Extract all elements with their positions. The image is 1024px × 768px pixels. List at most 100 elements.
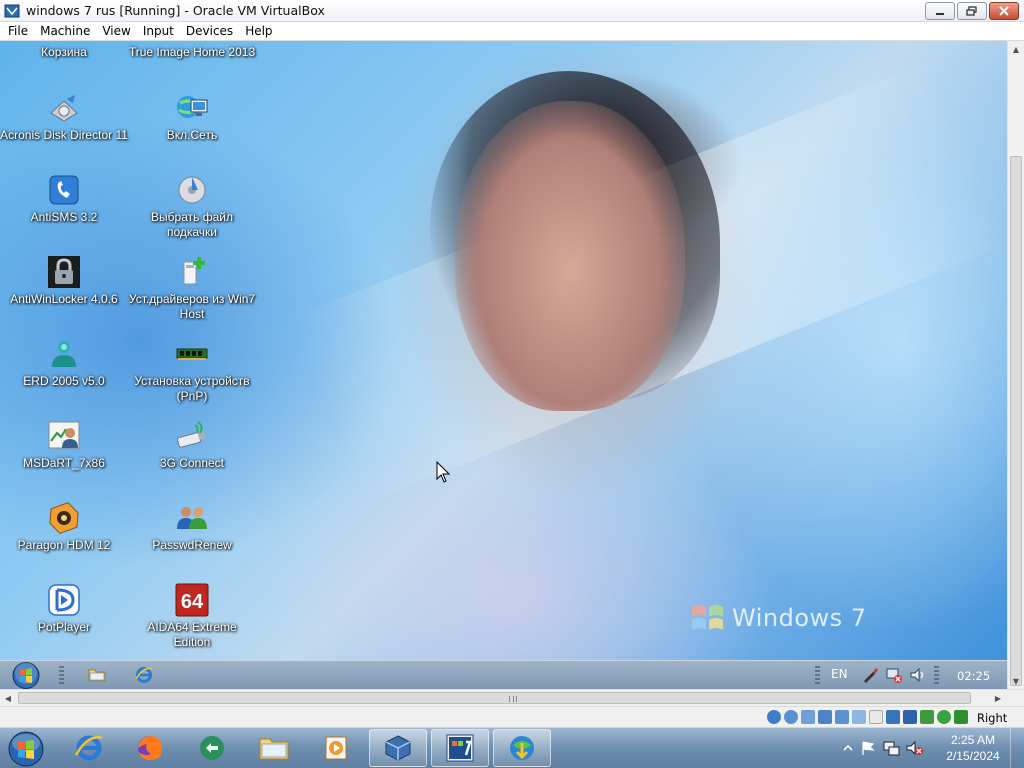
restore-icon bbox=[966, 6, 977, 16]
guest-screen[interactable]: Windows 7 Корзина Acronis Disk Director … bbox=[0, 41, 1007, 689]
guest-start-button[interactable] bbox=[8, 661, 44, 689]
host-clock[interactable]: 2:25 AM 2/15/2024 bbox=[942, 732, 1004, 764]
taskbar-app-green[interactable] bbox=[183, 729, 241, 767]
scroll-down-arrow[interactable]: ▼ bbox=[1008, 673, 1024, 689]
desktop-icon-antisms[interactable]: AntiSMS 3.2 bbox=[0, 173, 128, 225]
windows-7-logo: Windows 7 bbox=[690, 601, 867, 635]
display-status-icon[interactable] bbox=[869, 710, 883, 724]
volume-icon[interactable] bbox=[909, 666, 927, 684]
host-clock-date: 2/15/2024 bbox=[946, 749, 1000, 763]
tray-grip[interactable] bbox=[815, 666, 820, 686]
network-status-icon[interactable] bbox=[882, 740, 900, 756]
taskbar-firefox[interactable] bbox=[121, 729, 179, 767]
menu-view[interactable]: View bbox=[98, 24, 138, 38]
wallpaper-face bbox=[455, 101, 685, 411]
keyboard-capture-status-icon[interactable] bbox=[954, 710, 968, 724]
desktop-icon-3g-connect[interactable]: 3G Connect bbox=[128, 419, 256, 471]
internet-explorer-icon[interactable] bbox=[135, 666, 153, 684]
taskbar-internet-explorer[interactable] bbox=[60, 729, 118, 767]
memory-module-icon bbox=[176, 348, 208, 360]
desktop-icon-potplayer[interactable]: PotPlayer bbox=[0, 583, 128, 635]
action-center-flag-icon[interactable] bbox=[860, 740, 876, 756]
host-start-button[interactable] bbox=[4, 730, 48, 768]
clock-grip[interactable] bbox=[934, 666, 939, 686]
desktop-icon-aida64[interactable]: 64 AIDA64 Extreme Edition bbox=[128, 583, 256, 650]
host-taskbar: 2:25 AM 2/15/2024 bbox=[0, 727, 1024, 768]
menu-input[interactable]: Input bbox=[139, 24, 182, 38]
menu-devices[interactable]: Devices bbox=[182, 24, 241, 38]
desktop-icon-driver-install[interactable]: Уст.драйверов из Win7 Host bbox=[128, 255, 256, 322]
antisms-icon bbox=[49, 175, 79, 205]
desktop-icon-label: Выбрать файл подкачки bbox=[151, 210, 233, 239]
volume-muted-icon[interactable] bbox=[906, 740, 924, 756]
desktop-icon-true-image[interactable]: True Image Home 2013 bbox=[128, 45, 256, 60]
optical-drive-status-icon[interactable] bbox=[784, 710, 798, 724]
desktop-icon-label: 3G Connect bbox=[159, 456, 225, 470]
show-hidden-icons-chevron-icon[interactable] bbox=[842, 742, 854, 754]
desktop-icon-network[interactable]: Вкл.Сеть bbox=[128, 91, 256, 143]
menu-bar: File Machine View Input Devices Help bbox=[0, 22, 1024, 41]
virtualization-status-icon[interactable] bbox=[920, 710, 934, 724]
desktop-icon-pnp[interactable]: Установка устройств (PnP) bbox=[128, 337, 256, 404]
hard-disk-status-icon[interactable] bbox=[767, 710, 781, 724]
desktop-icon-recycle-bin[interactable]: Корзина bbox=[0, 45, 128, 60]
shared-folders-status-icon[interactable] bbox=[852, 710, 866, 724]
scroll-right-arrow[interactable]: ▶ bbox=[990, 690, 1006, 706]
maximize-button[interactable] bbox=[957, 2, 987, 20]
menu-help[interactable]: Help bbox=[241, 24, 280, 38]
close-icon bbox=[999, 6, 1009, 16]
taskbar-grip[interactable] bbox=[59, 666, 64, 686]
taskbar-windows7-vm[interactable] bbox=[431, 729, 489, 767]
desktop-icon-msdart[interactable]: MSDaRT_7x86 bbox=[0, 419, 128, 471]
pen-tool-icon[interactable] bbox=[861, 666, 879, 684]
desktop-icon-passwdrenew[interactable]: PasswdRenew bbox=[128, 501, 256, 553]
network-status-icon[interactable] bbox=[885, 666, 903, 684]
desktop-icon-label: PotPlayer bbox=[37, 620, 91, 634]
desktop-icon-antiwinlocker[interactable]: AntiWinLocker 4.0.6 bbox=[0, 255, 128, 307]
taskbar-media-player[interactable] bbox=[307, 729, 365, 767]
horizontal-scrollbar[interactable]: ◀ ▶ bbox=[0, 689, 1024, 706]
audio-status-icon[interactable] bbox=[801, 710, 815, 724]
vertical-scroll-thumb[interactable] bbox=[1010, 156, 1022, 686]
vm-device-indicators bbox=[767, 710, 968, 724]
virtualbox-app-icon bbox=[4, 4, 20, 18]
vertical-scrollbar[interactable]: ▲ ▼ bbox=[1007, 41, 1024, 689]
taskbar-explorer[interactable] bbox=[245, 729, 303, 767]
host-system-tray bbox=[842, 740, 924, 756]
mouse-integration-status-icon[interactable] bbox=[903, 710, 917, 724]
usb-status-icon[interactable] bbox=[835, 710, 849, 724]
mouse-cursor-icon bbox=[436, 461, 450, 483]
desktop-icon-paragon[interactable]: Paragon HDM 12 bbox=[0, 501, 128, 553]
horizontal-scroll-thumb[interactable] bbox=[18, 692, 971, 704]
cpu-status-icon[interactable] bbox=[937, 710, 951, 724]
window-titlebar: windows 7 rus [Running] - Oracle VM Virt… bbox=[0, 0, 1024, 22]
menu-machine[interactable]: Machine bbox=[36, 24, 98, 38]
language-indicator[interactable]: EN bbox=[831, 667, 848, 681]
close-button[interactable] bbox=[989, 2, 1019, 20]
show-desktop-button[interactable] bbox=[1010, 728, 1024, 768]
desktop-icon-pagefile[interactable]: Выбрать файл подкачки bbox=[128, 173, 256, 240]
desktop-icon-label: PasswdRenew bbox=[152, 538, 232, 552]
windows7-vm-icon bbox=[446, 734, 474, 762]
desktop-icon-label: Вкл.Сеть bbox=[166, 128, 218, 142]
scroll-up-arrow[interactable]: ▲ bbox=[1008, 41, 1024, 57]
padlock-icon bbox=[48, 256, 80, 288]
desktop-icon-label: Установка устройств (PnP) bbox=[134, 374, 250, 403]
desktop-icon-erd[interactable]: ERD 2005 v5.0 bbox=[0, 337, 128, 389]
taskbar-download-manager[interactable] bbox=[493, 729, 551, 767]
menu-file[interactable]: File bbox=[4, 24, 36, 38]
guest-clock[interactable]: 02:25 bbox=[957, 669, 990, 683]
pagefile-icon bbox=[178, 176, 206, 204]
scroll-left-arrow[interactable]: ◀ bbox=[0, 690, 16, 706]
desktop-icon-acronis[interactable]: Acronis Disk Director 11 bbox=[0, 91, 128, 143]
network-adapter-status-icon[interactable] bbox=[818, 710, 832, 724]
desktop-icon-label: AntiSMS 3.2 bbox=[30, 210, 98, 224]
minimize-button[interactable] bbox=[925, 2, 955, 20]
erd-commander-icon bbox=[52, 341, 76, 367]
desktop-icon-label: Acronis Disk Director 11 bbox=[0, 128, 128, 142]
explorer-folder-icon[interactable] bbox=[88, 666, 106, 684]
recording-status-icon[interactable] bbox=[886, 710, 900, 724]
users-icon bbox=[177, 507, 207, 529]
desktop-icon-label: Уст.драйверов из Win7 Host bbox=[128, 292, 256, 321]
taskbar-virtualbox[interactable] bbox=[369, 729, 427, 767]
